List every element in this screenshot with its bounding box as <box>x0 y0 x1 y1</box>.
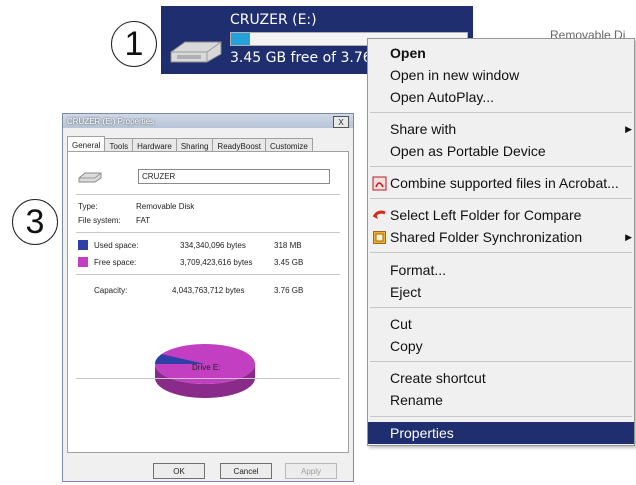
disk-usage-pie-chart <box>155 344 255 398</box>
free-space-swatch <box>78 257 88 267</box>
menu-item-format[interactable]: Format... <box>368 259 634 281</box>
menu-item-label: Eject <box>390 284 422 300</box>
capacity-bytes: 4,043,763,712 bytes <box>172 286 245 295</box>
menu-separator <box>370 307 632 308</box>
type-label: Type: <box>78 202 98 211</box>
menu-item-label: Open AutoPlay... <box>390 89 495 105</box>
file-system-label: File system: <box>78 216 121 225</box>
menu-item-label: Cut <box>390 316 412 332</box>
usb-drive-icon <box>170 41 222 63</box>
drive-name: CRUZER (E:) <box>230 12 317 28</box>
volume-label-field[interactable]: CRUZER <box>138 169 330 184</box>
drive-usage-fill <box>231 33 250 45</box>
divider <box>76 378 340 379</box>
type-value: Removable Disk <box>136 202 195 211</box>
menu-item-label: Combine supported files in Acrobat... <box>390 175 619 191</box>
dialog-title: CRUZER (E:) Properties <box>67 116 155 126</box>
properties-dialog: CRUZER (E:) Properties X General Tools H… <box>62 113 354 482</box>
used-space-swatch <box>78 240 88 250</box>
menu-item-cut[interactable]: Cut <box>368 313 634 335</box>
general-tab-panel: CRUZER Type: Removable Disk File system:… <box>67 151 349 453</box>
usb-drive-icon <box>78 172 102 183</box>
used-space-bytes: 334,340,096 bytes <box>180 241 246 250</box>
close-button[interactable]: X <box>333 116 349 128</box>
used-space-label: Used space: <box>94 241 139 250</box>
capacity-size: 3.76 GB <box>274 286 304 295</box>
menu-item-properties[interactable]: Properties <box>368 422 634 444</box>
menu-separator <box>370 112 632 113</box>
divider <box>76 194 340 195</box>
apply-button[interactable]: Apply <box>285 463 337 479</box>
drive-caption: Drive E: <box>192 363 221 372</box>
acrobat-icon <box>372 176 387 190</box>
menu-item-create-shortcut[interactable]: Create shortcut <box>368 367 634 389</box>
tab-strip: General Tools Hardware Sharing ReadyBoos… <box>67 136 349 153</box>
free-space-size: 3.45 GB <box>274 258 304 267</box>
menu-item-label: Shared Folder Synchronization <box>390 229 583 245</box>
submenu-arrow-icon: ▶ <box>625 123 632 134</box>
file-system-value: FAT <box>136 216 151 225</box>
menu-separator <box>370 361 632 362</box>
menu-item-combine-acrobat[interactable]: Combine supported files in Acrobat... <box>368 172 634 194</box>
menu-item-open[interactable]: Open <box>368 42 634 64</box>
menu-item-open-new-window[interactable]: Open in new window <box>368 64 634 86</box>
menu-item-label: Format... <box>390 262 447 278</box>
ok-button[interactable]: OK <box>153 463 205 479</box>
dialog-titlebar[interactable]: CRUZER (E:) Properties X <box>63 114 353 128</box>
used-space-size: 318 MB <box>274 241 302 250</box>
menu-item-eject[interactable]: Eject <box>368 281 634 303</box>
menu-item-open-autoplay[interactable]: Open AutoPlay... <box>368 86 634 108</box>
menu-separator <box>370 198 632 199</box>
divider <box>76 232 340 233</box>
menu-item-share-with[interactable]: Share with ▶ <box>368 118 634 140</box>
menu-separator <box>370 416 632 417</box>
menu-item-label: Create shortcut <box>390 370 486 386</box>
menu-item-label: Rename <box>390 392 443 408</box>
menu-item-label: Select Left Folder for Compare <box>390 207 582 223</box>
context-menu: Open Open in new window Open AutoPlay...… <box>367 38 635 446</box>
menu-item-label: Open as Portable Device <box>390 143 546 159</box>
cancel-button[interactable]: Cancel <box>220 463 272 479</box>
volume-label-value: CRUZER <box>142 172 176 181</box>
menu-item-shared-folder-sync[interactable]: Shared Folder Synchronization ▶ <box>368 226 634 248</box>
menu-separator <box>370 252 632 253</box>
free-space-label: Free space: <box>94 258 137 267</box>
step-3-badge: 3 <box>12 199 58 245</box>
menu-item-copy[interactable]: Copy <box>368 335 634 357</box>
compare-icon <box>372 210 386 219</box>
step-1-badge: 1 <box>111 21 157 67</box>
menu-item-label: Properties <box>390 425 454 441</box>
menu-separator <box>370 166 632 167</box>
menu-item-label: Copy <box>390 338 423 354</box>
divider <box>76 274 340 275</box>
menu-item-rename[interactable]: Rename <box>368 389 634 411</box>
menu-item-label: Open <box>390 45 426 61</box>
capacity-label: Capacity: <box>94 286 128 295</box>
close-icon: X <box>338 117 344 127</box>
menu-item-label: Share with <box>390 121 457 137</box>
menu-item-open-portable-device[interactable]: Open as Portable Device <box>368 140 634 162</box>
menu-item-select-left-folder[interactable]: Select Left Folder for Compare <box>368 204 634 226</box>
sync-icon <box>373 230 386 244</box>
free-space-bytes: 3,709,423,616 bytes <box>180 258 253 267</box>
submenu-arrow-icon: ▶ <box>625 231 632 242</box>
menu-item-label: Open in new window <box>390 67 520 83</box>
